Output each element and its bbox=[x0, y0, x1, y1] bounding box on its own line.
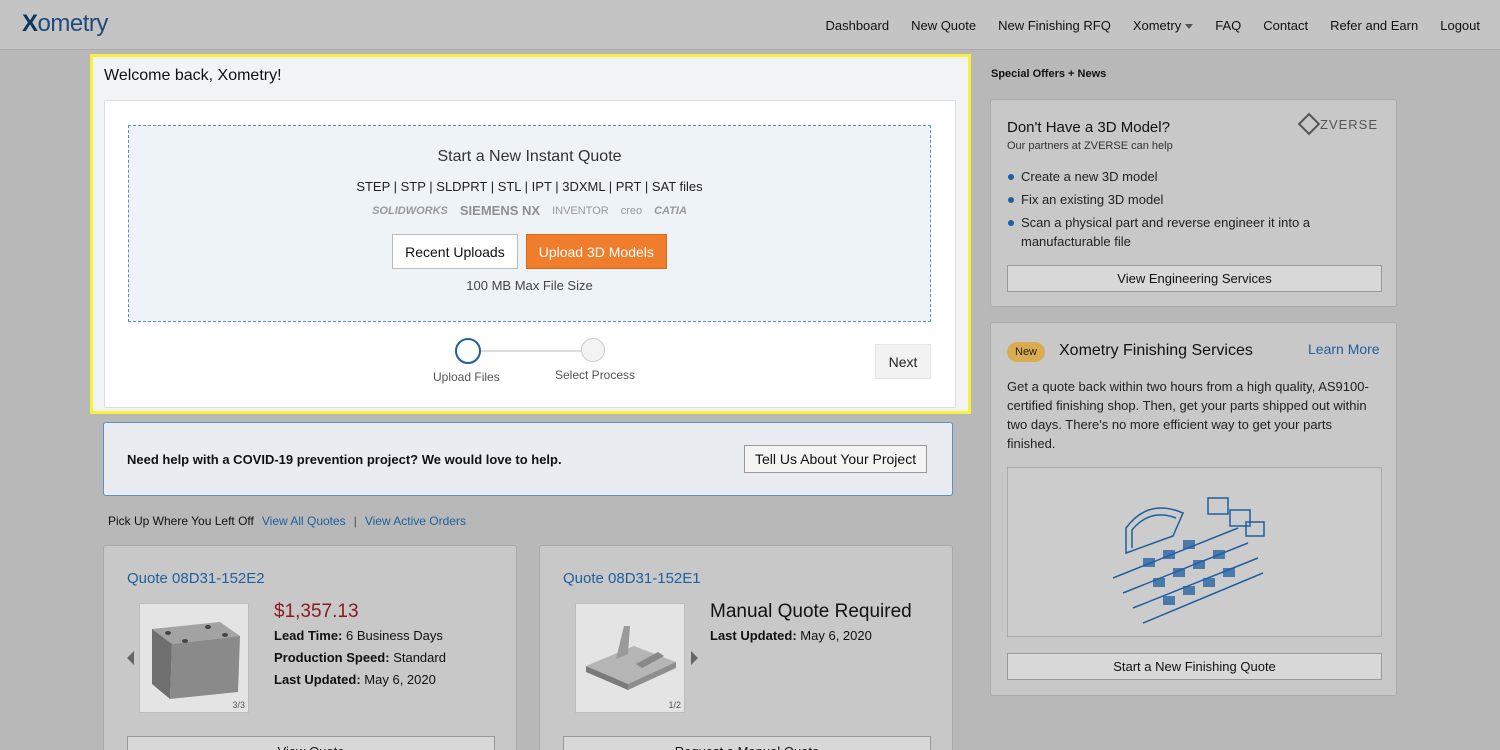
upload-card: Start a New Instant Quote STEP | STP | S… bbox=[104, 100, 956, 408]
quote-title-link[interactable]: Quote 08D31-152E2 bbox=[127, 570, 265, 587]
bullet-icon bbox=[1008, 220, 1014, 226]
prev-image-icon[interactable] bbox=[127, 651, 134, 665]
updated-label: Last Updated: bbox=[274, 672, 361, 687]
list-item-text: Scan a physical part and reverse enginee… bbox=[1021, 215, 1311, 249]
zverse-logo-icon bbox=[1297, 112, 1321, 136]
list-item-text: Fix an existing 3D model bbox=[1021, 192, 1164, 207]
factory-illustration-icon bbox=[1112, 497, 1265, 624]
zverse-card: Don't Have a 3D Model? Our partners at Z… bbox=[990, 99, 1397, 307]
new-badge: New bbox=[1007, 342, 1046, 362]
bracket-part-icon bbox=[586, 626, 676, 690]
list-item: Fix an existing 3D model bbox=[1007, 190, 1377, 209]
finishing-title: Xometry Finishing Services bbox=[1059, 342, 1253, 359]
nav-xometry-label: Xometry bbox=[1132, 17, 1182, 33]
nav-new-quote[interactable]: New Quote bbox=[911, 18, 976, 33]
quote-title-link[interactable]: Quote 08D31-152E1 bbox=[563, 570, 701, 587]
view-quote-button[interactable]: View Quote bbox=[127, 736, 495, 750]
learn-more-link[interactable]: Learn More bbox=[1308, 341, 1380, 357]
step-connector bbox=[468, 350, 598, 352]
nav-xometry-dropdown[interactable]: Xometry bbox=[1132, 17, 1194, 33]
nav-dashboard[interactable]: Dashboard bbox=[825, 18, 889, 33]
zverse-heading: Don't Have a 3D Model? bbox=[1007, 119, 1170, 136]
view-all-quotes-link[interactable]: View All Quotes bbox=[262, 514, 346, 528]
recent-uploads-button[interactable]: Recent Uploads bbox=[392, 234, 518, 269]
covid-text: Need help with a COVID-19 prevention pro… bbox=[127, 452, 562, 467]
step-upload-indicator bbox=[455, 338, 481, 364]
zverse-subheading: Our partners at ZVERSE can help bbox=[1007, 140, 1173, 152]
pickup-separator: | bbox=[353, 514, 357, 528]
list-item-text: Create a new 3D model bbox=[1021, 169, 1158, 184]
finishing-illustration bbox=[1007, 467, 1382, 637]
zverse-services-list: Create a new 3D model Fix an existing 3D… bbox=[1007, 167, 1377, 255]
next-image-icon[interactable] bbox=[691, 651, 698, 665]
manual-quote-status: Manual Quote Required bbox=[710, 601, 912, 622]
quote-card: Quote 08D31-152E1 1/2 Manual Quote Requi… bbox=[539, 545, 953, 750]
finishing-card: New Xometry Finishing Services Learn Mor… bbox=[990, 322, 1397, 696]
updated-label: Last Updated: bbox=[710, 628, 797, 643]
updated-value: May 6, 2020 bbox=[364, 672, 436, 687]
nav-links: Dashboard New Quote New Finishing RFQ Xo… bbox=[825, 0, 1480, 50]
xometry-logo[interactable]: Xometry bbox=[22, 10, 108, 38]
tell-us-button[interactable]: Tell Us About Your Project bbox=[744, 445, 928, 473]
nav-logout[interactable]: Logout bbox=[1440, 18, 1480, 33]
special-offers-title: Special Offers + News bbox=[991, 68, 1107, 80]
top-nav: Xometry Dashboard New Quote New Finishin… bbox=[0, 0, 1500, 50]
block-part-icon bbox=[152, 622, 240, 699]
finishing-description: Get a quote back within two hours from a… bbox=[1007, 379, 1369, 451]
updated-value: May 6, 2020 bbox=[800, 628, 872, 643]
request-manual-quote-button[interactable]: Request a Manual Quote bbox=[563, 736, 931, 750]
nav-faq[interactable]: FAQ bbox=[1215, 18, 1241, 33]
quote-card: Quote 08D31-152E2 3/3 $1,357.13 Lead Tim… bbox=[103, 545, 517, 750]
view-engineering-services-button[interactable]: View Engineering Services bbox=[1007, 265, 1382, 292]
pickup-label: Pick Up Where You Left Off bbox=[108, 514, 254, 528]
covid-banner: Need help with a COVID-19 prevention pro… bbox=[103, 422, 953, 496]
inventor-logo: INVENTOR bbox=[552, 204, 609, 217]
start-finishing-quote-button[interactable]: Start a New Finishing Quote bbox=[1007, 653, 1382, 680]
list-item: Create a new 3D model bbox=[1007, 167, 1377, 186]
siemens-nx-logo: SIEMENS NX bbox=[459, 203, 541, 218]
nav-refer-and-earn[interactable]: Refer and Earn bbox=[1330, 18, 1418, 33]
supported-formats: STEP | STP | SLDPRT | STL | IPT | 3DXML … bbox=[356, 179, 703, 194]
speed-row: Production Speed: Standard bbox=[274, 650, 446, 665]
nav-contact[interactable]: Contact bbox=[1263, 18, 1308, 33]
max-file-size: 100 MB Max File Size bbox=[466, 278, 593, 293]
pickup-bar: Pick Up Where You Left Off View All Quot… bbox=[108, 514, 466, 528]
view-active-orders-link[interactable]: View Active Orders bbox=[365, 514, 466, 528]
step-process-indicator bbox=[581, 338, 605, 362]
step-upload-label: Upload Files bbox=[433, 370, 500, 384]
lead-time-label: Lead Time: bbox=[274, 628, 343, 643]
bullet-icon bbox=[1008, 197, 1014, 203]
part-thumbnail[interactable]: 1/2 bbox=[575, 603, 685, 713]
upload-3d-models-button[interactable]: Upload 3D Models bbox=[525, 234, 667, 269]
image-page-indicator: 1/2 bbox=[668, 700, 681, 710]
welcome-title: Welcome back, Xometry! bbox=[104, 67, 282, 84]
part-thumbnail[interactable]: 3/3 bbox=[139, 603, 249, 713]
catia-logo: CATIA bbox=[654, 204, 687, 217]
speed-label: Production Speed: bbox=[274, 650, 390, 665]
zverse-logo: ZVERSE bbox=[1297, 112, 1379, 136]
file-dropzone[interactable]: Start a New Instant Quote STEP | STP | S… bbox=[128, 125, 931, 322]
cad-logos: SOLIDWORKS SIEMENS NX INVENTOR creo CATI… bbox=[129, 203, 930, 218]
zverse-logo-text: ZVERSE bbox=[1320, 116, 1379, 132]
dropzone-buttons: Recent Uploads Upload 3D Models bbox=[129, 234, 930, 269]
next-button[interactable]: Next bbox=[875, 344, 931, 379]
updated-row: Last Updated: May 6, 2020 bbox=[274, 672, 436, 687]
lead-time-value: 6 Business Days bbox=[346, 628, 443, 643]
lead-time-row: Lead Time: 6 Business Days bbox=[274, 628, 443, 643]
dropzone-title: Start a New Instant Quote bbox=[437, 148, 622, 165]
progress-steps: Upload Files Select Process bbox=[433, 338, 636, 388]
step-process-label: Select Process bbox=[555, 368, 636, 382]
welcome-panel: Welcome back, Xometry! Start a New Insta… bbox=[90, 54, 971, 414]
caret-down-icon bbox=[1185, 23, 1194, 29]
updated-row: Last Updated: May 6, 2020 bbox=[710, 628, 872, 643]
solidworks-logo: SOLIDWORKS bbox=[372, 204, 448, 217]
creo-logo: creo bbox=[620, 204, 643, 217]
speed-value: Standard bbox=[393, 650, 446, 665]
image-page-indicator: 3/3 bbox=[232, 700, 245, 710]
logo-text: ometry bbox=[37, 10, 109, 37]
bullet-icon bbox=[1008, 174, 1014, 180]
nav-new-finishing-rfq[interactable]: New Finishing RFQ bbox=[998, 18, 1111, 33]
quote-price: $1,357.13 bbox=[274, 601, 359, 622]
list-item: Scan a physical part and reverse enginee… bbox=[1007, 213, 1377, 251]
